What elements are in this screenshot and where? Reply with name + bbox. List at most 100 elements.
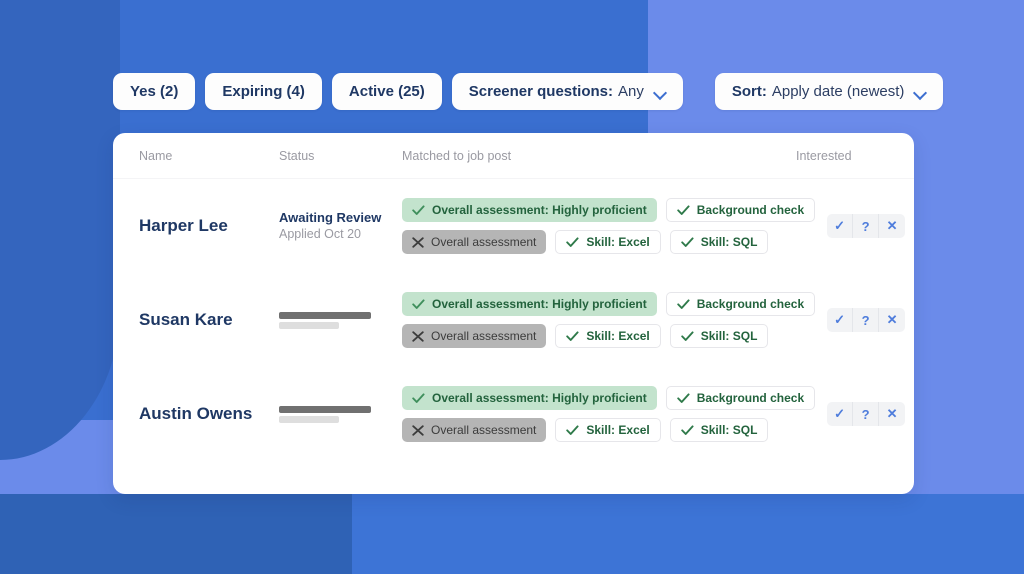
match-chip-label: Overall assessment xyxy=(431,329,537,343)
table-row[interactable]: Austin Owens Overall assessment: Highly p… xyxy=(113,367,914,461)
match-chip[interactable]: Skill: SQL xyxy=(669,230,769,254)
match-chip[interactable]: Overall assessment: Highly proficient xyxy=(402,386,657,410)
interested-cell: ✓? ✕ xyxy=(815,214,914,238)
screenshot-root: Yes (2) Expiring (4) Active (25) Screener q… xyxy=(0,0,1024,574)
interested-yes-button[interactable]: ✓ xyxy=(827,308,854,332)
match-chip-label: Overall assessment xyxy=(431,235,537,249)
check-icon xyxy=(412,298,425,310)
matched-to-job-post-cell: Overall assessment: Highly proficient Bac… xyxy=(402,292,816,348)
filter-screener-questions-value: Any xyxy=(617,83,644,100)
match-chip[interactable]: Skill: Excel xyxy=(555,230,661,254)
match-chip-label: Skill: SQL xyxy=(700,235,758,249)
chip-row: Overall assessment: Highly proficient Bac… xyxy=(402,292,816,316)
check-icon xyxy=(566,330,579,342)
candidate-name[interactable]: Susan Kare xyxy=(139,310,279,330)
interested-yes-button[interactable]: ✓ xyxy=(827,214,854,238)
match-chip-label: Overall assessment: Highly proficient xyxy=(432,391,647,405)
interested-no-button[interactable]: ✕ xyxy=(879,214,905,238)
table-header-row: Name Status Matched to job post Interest… xyxy=(113,133,914,179)
candidate-name[interactable]: Harper Lee xyxy=(139,216,279,236)
match-chip[interactable]: Background check xyxy=(665,292,816,316)
match-chip[interactable]: Overall assessment xyxy=(402,230,547,254)
chip-row: Overall assessment: Highly proficient Bac… xyxy=(402,386,816,410)
matched-to-job-post-cell: Overall assessment: Highly proficient Bac… xyxy=(402,386,816,442)
filter-bar: Yes (2) Expiring (4) Active (25) Screener q… xyxy=(113,73,944,110)
cross-icon xyxy=(412,424,424,436)
table-row[interactable]: Harper Lee Awaiting Review Applied Oct 20 O… xyxy=(113,179,914,273)
status-cell xyxy=(279,309,402,332)
status-placeholder-bar xyxy=(279,405,371,413)
interested-no-button[interactable]: ✕ xyxy=(879,402,905,426)
filter-yes[interactable]: Yes (2) xyxy=(113,73,196,110)
match-chip[interactable]: Overall assessment xyxy=(402,418,547,442)
status-title: Awaiting Review xyxy=(279,209,382,225)
check-icon xyxy=(677,298,690,310)
chip-row: Overall assessment: Highly proficient Bac… xyxy=(402,198,816,222)
filter-expiring[interactable]: Expiring (4) xyxy=(205,73,322,110)
match-chip-label: Skill: Excel xyxy=(586,423,650,437)
candidate-name-cell: Susan Kare xyxy=(139,310,279,330)
check-icon xyxy=(566,236,579,248)
interested-yes-button[interactable]: ✓ xyxy=(827,402,854,426)
column-header-matched: Matched to job post xyxy=(402,148,512,163)
interested-no-button[interactable]: ✕ xyxy=(879,308,905,332)
check-icon xyxy=(681,330,694,342)
filter-active-label: Active (25) xyxy=(348,83,425,100)
match-chip[interactable]: Background check xyxy=(665,386,816,410)
status-placeholder-bar xyxy=(279,415,339,423)
interested-maybe-button[interactable]: ? xyxy=(853,214,880,238)
column-header-status: Status xyxy=(279,148,315,163)
candidates-card: Name Status Matched to job post Interest… xyxy=(113,133,914,494)
interested-button-group: ✓? ✕ xyxy=(827,214,906,238)
filter-sort-label: Sort: xyxy=(731,83,767,100)
match-chip[interactable]: Overall assessment: Highly proficient xyxy=(402,292,657,316)
background-shape-bottom-right-band xyxy=(352,494,1024,574)
chip-row: Overall assessment Skill: Excel Skill: SQL xyxy=(402,230,815,254)
match-chip-label: Skill: Excel xyxy=(586,235,650,249)
chip-row: Overall assessment Skill: Excel Skill: SQL xyxy=(402,418,815,442)
match-chip-label: Skill: SQL xyxy=(700,329,758,343)
filter-sort-value: Apply date (newest) xyxy=(771,83,905,100)
interested-cell: ✓? ✕ xyxy=(815,308,914,332)
check-icon xyxy=(677,392,690,404)
matched-to-job-post-cell: Overall assessment: Highly proficient Bac… xyxy=(402,198,816,254)
filter-sort[interactable]: Sort: Apply date (newest) xyxy=(714,73,944,110)
match-chip[interactable]: Skill: Excel xyxy=(555,418,661,442)
match-chip-label: Skill: Excel xyxy=(586,329,650,343)
match-chip[interactable]: Background check xyxy=(665,198,816,222)
chevron-down-icon[interactable] xyxy=(915,88,926,95)
interested-maybe-button[interactable]: ? xyxy=(853,402,880,426)
table-row[interactable]: Susan Kare Overall assessment: Highly pro… xyxy=(113,273,914,367)
candidate-name[interactable]: Austin Owens xyxy=(139,404,279,424)
check-icon xyxy=(681,424,694,436)
match-chip[interactable]: Skill: SQL xyxy=(669,324,769,348)
filter-active[interactable]: Active (25) xyxy=(331,73,442,110)
interested-button-group: ✓? ✕ xyxy=(827,402,906,426)
check-icon xyxy=(566,424,579,436)
match-chip[interactable]: Skill: SQL xyxy=(669,418,769,442)
match-chip-label: Overall assessment: Highly proficient xyxy=(432,297,647,311)
check-icon xyxy=(677,204,690,216)
interested-maybe-button[interactable]: ? xyxy=(853,308,880,332)
match-chip-label: Background check xyxy=(696,203,805,217)
match-chip[interactable]: Skill: Excel xyxy=(555,324,661,348)
match-chip-label: Background check xyxy=(696,391,805,405)
filter-yes-label: Yes (2) xyxy=(130,83,179,100)
match-chip-label: Overall assessment: Highly proficient xyxy=(432,203,647,217)
match-chip[interactable]: Overall assessment: Highly proficient xyxy=(402,198,657,222)
match-chip-label: Overall assessment xyxy=(431,423,537,437)
check-icon xyxy=(681,236,694,248)
status-placeholder-bar xyxy=(279,321,339,329)
interested-button-group: ✓? ✕ xyxy=(827,308,906,332)
candidate-name-cell: Austin Owens xyxy=(139,404,279,424)
cross-icon xyxy=(412,236,424,248)
column-header-name: Name xyxy=(139,148,173,163)
filter-screener-questions-label: Screener questions: xyxy=(468,83,613,100)
check-icon xyxy=(412,392,425,404)
candidate-list: Harper Lee Awaiting Review Applied Oct 20 O… xyxy=(113,179,914,461)
filter-screener-questions[interactable]: Screener questions: Any xyxy=(451,73,683,110)
cross-icon xyxy=(412,330,424,342)
chevron-down-icon[interactable] xyxy=(655,88,666,95)
interested-cell: ✓? ✕ xyxy=(815,402,914,426)
match-chip[interactable]: Overall assessment xyxy=(402,324,547,348)
